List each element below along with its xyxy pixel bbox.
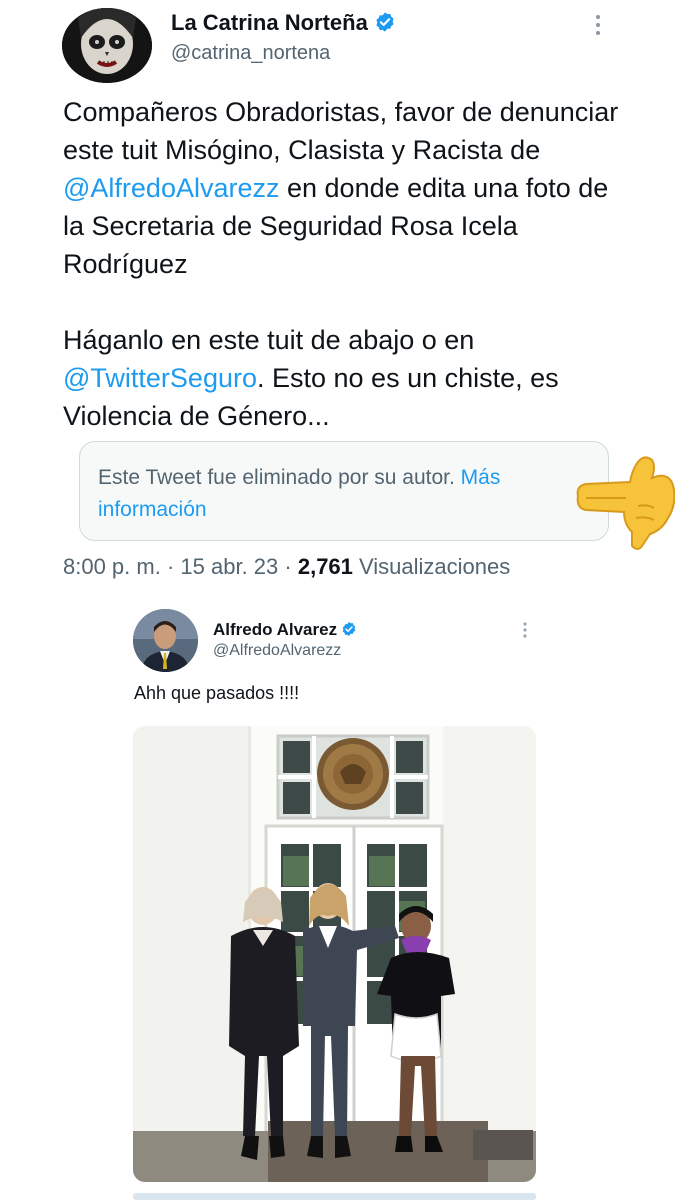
tweet-date[interactable]: 15 abr. 23 — [180, 554, 278, 579]
author-display-name[interactable]: La Catrina Norteña — [171, 10, 396, 39]
more-options-icon[interactable] — [588, 12, 608, 38]
embedded-tweet-photo[interactable] — [133, 726, 536, 1182]
verified-badge-icon — [341, 621, 357, 642]
embedded-author-avatar — [133, 609, 198, 672]
next-media-edge — [133, 1193, 536, 1200]
verified-badge-icon — [374, 11, 396, 39]
deleted-tweet-notice: Este Tweet fue eliminado por su autor. M… — [79, 441, 609, 541]
embedded-tweet-text: Ahh que pasados !!!! — [134, 683, 300, 703]
tweet-paragraph-2: Háganlo en este tuit de abajo o en @Twit… — [63, 325, 559, 431]
mention-link-alfredo[interactable]: @AlfredoAlvarezz — [63, 173, 280, 203]
author-avatar[interactable] — [62, 8, 152, 83]
views-count[interactable]: 2,761 — [298, 554, 353, 579]
tweet-text: Compañeros Obradoristas, favor de denunc… — [63, 93, 633, 435]
embedded-author-name: Alfredo Alvarez — [213, 620, 357, 642]
author-handle[interactable]: @catrina_nortena — [171, 42, 330, 65]
more-options-icon — [518, 620, 532, 640]
tweet-meta: 8:00 p. m. · 15 abr. 23 · 2,761 Visualiz… — [63, 554, 511, 579]
catrina-avatar-image — [62, 8, 152, 83]
embedded-author-handle: @AlfredoAlvarezz — [213, 642, 342, 659]
tweet-time[interactable]: 8:00 p. m. — [63, 554, 161, 579]
tweet-paragraph-1: Compañeros Obradoristas, favor de denunc… — [63, 97, 619, 279]
pointing-hand-icon — [572, 446, 675, 552]
mention-link-twitterseguro[interactable]: @TwitterSeguro — [63, 363, 257, 393]
views-label: Visualizaciones — [352, 554, 511, 579]
